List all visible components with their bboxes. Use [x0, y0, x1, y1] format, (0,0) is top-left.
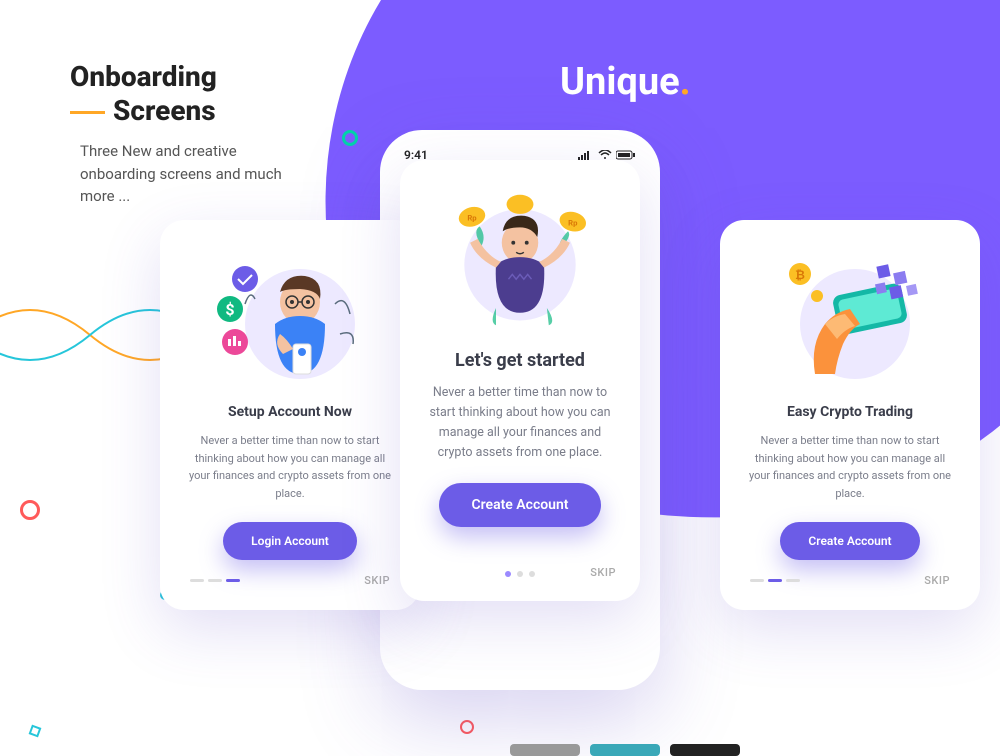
page-heading: Onboarding Screens	[70, 60, 217, 127]
dot-indicator[interactable]	[529, 571, 535, 577]
dot-indicator[interactable]	[750, 579, 764, 582]
thumbnail	[590, 744, 660, 756]
dot-indicator[interactable]	[517, 571, 523, 577]
svg-text:Rp: Rp	[467, 214, 477, 223]
create-account-button-right[interactable]: Create Account	[780, 522, 919, 560]
card-footer-setup: SKIP	[184, 574, 396, 587]
dot-indicator[interactable]	[208, 579, 222, 582]
skip-button[interactable]: SKIP	[924, 574, 950, 587]
svg-text:$: $	[225, 300, 234, 319]
battery-icon	[616, 150, 636, 160]
create-account-button-center[interactable]: Create Account	[439, 483, 600, 527]
thumbnail-strip	[510, 744, 740, 756]
page-subtitle: Three New and creative onboarding screen…	[80, 140, 290, 208]
illustration-start: Rp Rp	[424, 180, 616, 340]
pagination-dots-start	[424, 571, 616, 577]
card-desc-start: Never a better time than now to start th…	[424, 383, 616, 463]
dot-indicator[interactable]	[190, 579, 204, 582]
heading-line2: Screens	[113, 94, 216, 127]
skip-button[interactable]: SKIP	[364, 574, 390, 587]
svg-text:Rp: Rp	[568, 218, 578, 227]
dot-indicator-active[interactable]	[505, 571, 511, 577]
onboarding-card-trading: ₿ Easy Crypto Trading Never a better tim…	[720, 220, 980, 610]
thumbnail	[670, 744, 740, 756]
decor-circle-small-red	[460, 720, 474, 734]
dot-indicator-active[interactable]	[768, 579, 782, 582]
illustration-trading: ₿	[744, 244, 956, 394]
onboarding-card-start: Rp Rp Let's get started Never a better t…	[400, 160, 640, 601]
pagination-dots-trading	[750, 579, 800, 582]
heading-dash-icon	[70, 111, 105, 114]
brand-dot: .	[680, 60, 691, 104]
card-title-trading: Easy Crypto Trading	[744, 404, 956, 420]
thumbnail	[510, 744, 580, 756]
heading-line1: Onboarding	[70, 60, 217, 93]
login-account-button[interactable]: Login Account	[223, 522, 357, 560]
dot-indicator[interactable]	[786, 579, 800, 582]
card-title-start: Let's get started	[424, 350, 616, 371]
pagination-dots-setup	[190, 579, 240, 582]
decor-circle-green	[342, 130, 358, 146]
card-footer-trading: SKIP	[744, 574, 956, 587]
dot-indicator-active[interactable]	[226, 579, 240, 582]
card-title-setup: Setup Account Now	[184, 404, 396, 420]
svg-text:₿: ₿	[795, 268, 805, 282]
wifi-icon	[598, 150, 612, 160]
status-bar: 9:41	[380, 130, 660, 162]
signal-icon	[578, 150, 594, 160]
card-desc-trading: Never a better time than now to start th…	[744, 432, 956, 502]
brand-logo: Unique.	[560, 60, 691, 104]
illustration-setup: $	[184, 244, 396, 394]
skip-button[interactable]: SKIP	[590, 566, 616, 579]
decor-circle-red	[20, 500, 40, 520]
card-desc-setup: Never a better time than now to start th…	[184, 432, 396, 502]
onboarding-card-setup: $ Setup Account Now Never a better time …	[160, 220, 420, 610]
status-icons	[578, 150, 636, 160]
decor-square-teal	[29, 725, 42, 738]
brand-name: Unique	[560, 60, 680, 104]
